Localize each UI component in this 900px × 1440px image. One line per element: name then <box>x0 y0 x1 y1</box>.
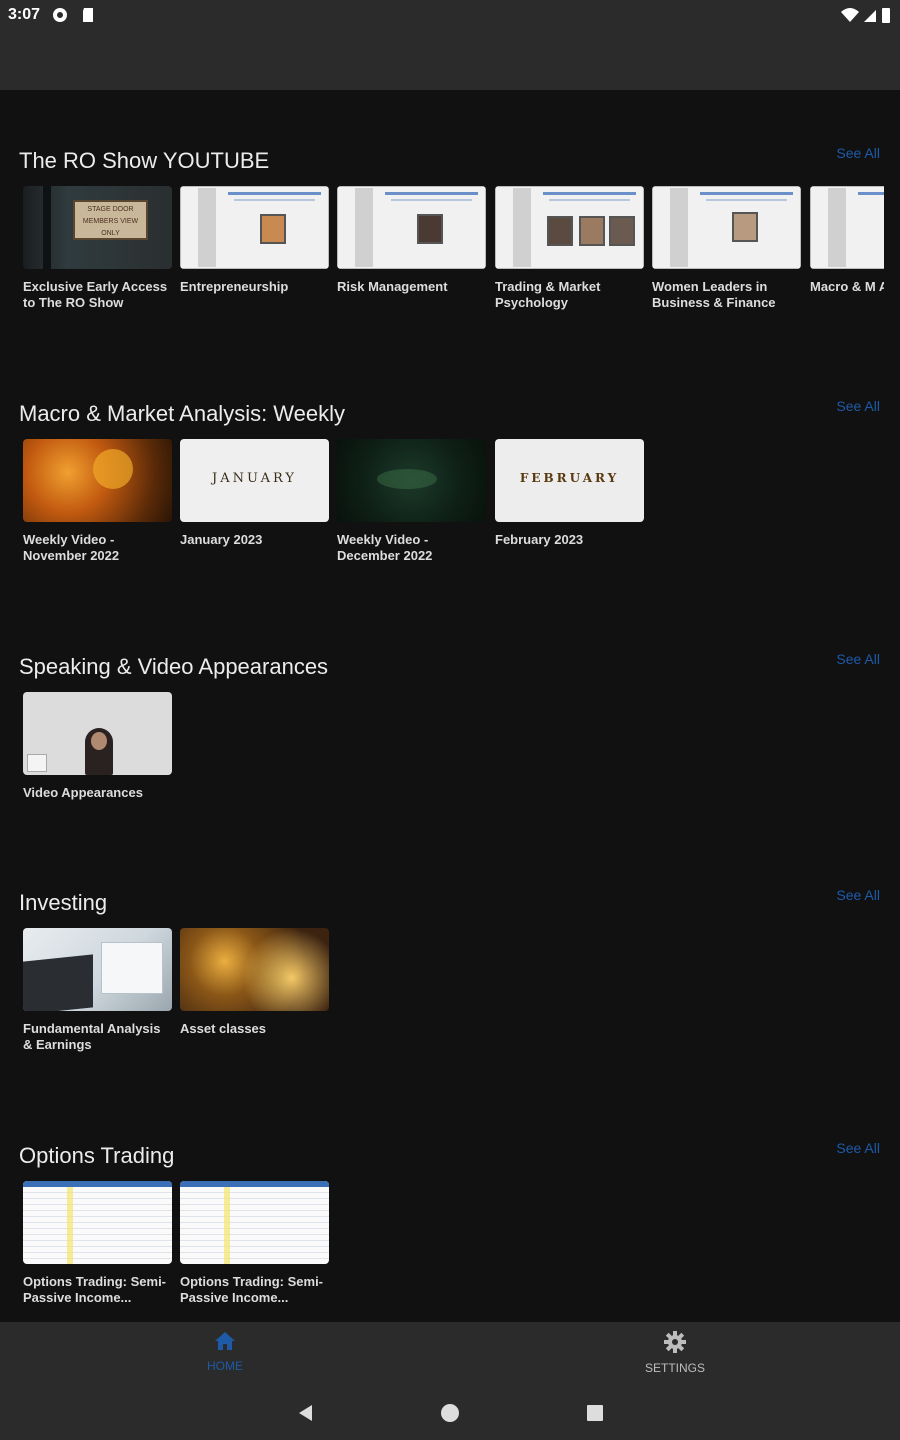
nav-settings[interactable]: SETTINGS <box>615 1330 735 1375</box>
video-card-caption: Weekly Video - December 2022 <box>337 532 433 563</box>
see-all-link[interactable]: See All <box>836 398 880 414</box>
section-title: Speaking & Video Appearances <box>19 654 329 679</box>
video-card[interactable]: Risk Management <box>337 186 486 295</box>
video-card-caption: Options Trading: Semi-Passive Income... <box>23 1274 167 1305</box>
wifi-icon <box>841 8 859 22</box>
see-all-link[interactable]: See All <box>836 145 880 161</box>
tile-word: JANUARY <box>212 471 297 486</box>
thumbnail-image <box>652 186 801 269</box>
gear-icon <box>664 1331 686 1353</box>
thumbnail-image <box>23 692 172 775</box>
video-card[interactable]: Options Trading: Semi-Passive Income... <box>23 1181 172 1306</box>
thumbnail-image <box>337 439 486 522</box>
thumbnail-image <box>23 928 172 1011</box>
section-title: Options Trading <box>19 1143 175 1168</box>
sign-text: STAGE DOOR MEMBERS VIEW ONLY <box>73 200 148 240</box>
video-card[interactable]: Trading & Market Psychology <box>495 186 644 311</box>
sd-card-icon <box>83 8 93 22</box>
video-card-caption: Options Trading: Semi-Passive Income... <box>180 1274 324 1305</box>
video-card-caption: Video Appearances <box>23 785 143 800</box>
video-card[interactable]: Weekly Video - November 2022 <box>23 439 172 564</box>
thumbnail-image <box>337 186 486 269</box>
video-card[interactable]: Macro & M Analysis <box>810 186 884 295</box>
app-bar <box>0 32 900 90</box>
status-time: 3:07 <box>8 6 41 23</box>
battery-icon <box>882 8 890 23</box>
home-circle-icon[interactable] <box>440 1403 460 1423</box>
back-icon[interactable] <box>296 1403 316 1423</box>
thumbnail-image: STAGE DOOR MEMBERS VIEW ONLY <box>23 186 172 269</box>
bottom-navigation: HOME SETTINGS <box>0 1322 900 1386</box>
thumbnail-image: JANUARY <box>180 439 329 522</box>
section-title: The RO Show YOUTUBE <box>19 148 270 173</box>
video-card-caption: Weekly Video - November 2022 <box>23 532 120 563</box>
thumbnail-image <box>180 186 329 269</box>
home-icon <box>215 1332 235 1350</box>
nav-settings-label: SETTINGS <box>644 1361 705 1375</box>
video-card-caption: Asset classes <box>180 1021 267 1036</box>
video-card-caption: Exclusive Early Access to The RO Show <box>23 279 168 310</box>
see-all-link[interactable]: See All <box>836 1140 880 1156</box>
recents-icon[interactable] <box>585 1403 605 1423</box>
video-card[interactable]: FEBRUARY February 2023 <box>495 439 644 548</box>
video-card-caption: Women Leaders in Business & Finance <box>652 279 776 310</box>
video-card-caption: January 2023 <box>180 532 263 547</box>
video-card-caption: Macro & M Analysis <box>810 279 884 294</box>
video-card[interactable]: Entrepreneurship <box>180 186 329 295</box>
thumbnail-image <box>810 186 884 269</box>
status-bar: 3:07 <box>0 0 900 32</box>
video-card[interactable]: Options Trading: Semi-Passive Income... <box>180 1181 329 1306</box>
thumbnail-image <box>23 1181 172 1264</box>
video-card-caption: Entrepreneurship <box>180 279 289 294</box>
thumbnail-image <box>23 439 172 522</box>
video-card[interactable]: Weekly Video - December 2022 <box>337 439 486 564</box>
video-card[interactable]: Women Leaders in Business & Finance <box>652 186 801 311</box>
tile-word: FEBRUARY <box>519 471 620 485</box>
video-card-caption: Fundamental Analysis & Earnings <box>23 1021 161 1052</box>
notification-icon <box>53 8 67 22</box>
system-navigation-bar <box>0 1386 900 1440</box>
video-card-caption: Risk Management <box>337 279 448 294</box>
see-all-link[interactable]: See All <box>836 887 880 903</box>
see-all-link[interactable]: See All <box>836 651 880 667</box>
video-card[interactable]: Asset classes <box>180 928 329 1037</box>
signal-icon <box>864 10 876 22</box>
thumbnail-image <box>180 928 329 1011</box>
section-title: Macro & Market Analysis: Weekly <box>19 401 346 426</box>
video-card[interactable]: Video Appearances <box>23 692 172 801</box>
video-card-caption: Trading & Market Psychology <box>495 279 601 310</box>
video-card[interactable]: JANUARY January 2023 <box>180 439 329 548</box>
nav-home-label: HOME <box>207 1359 243 1373</box>
section-title: Investing <box>19 890 108 915</box>
thumbnail-image <box>495 186 644 269</box>
video-card-caption: February 2023 <box>495 532 584 547</box>
video-card[interactable]: Fundamental Analysis & Earnings <box>23 928 172 1053</box>
thumbnail-image: FEBRUARY <box>495 439 644 522</box>
thumbnail-image <box>180 1181 329 1264</box>
content-scroll[interactable]: The RO Show YOUTUBE See All STAGE DOOR M… <box>0 90 900 1322</box>
nav-home[interactable]: HOME <box>165 1330 285 1373</box>
video-card[interactable]: STAGE DOOR MEMBERS VIEW ONLY Exclusive E… <box>23 186 172 311</box>
